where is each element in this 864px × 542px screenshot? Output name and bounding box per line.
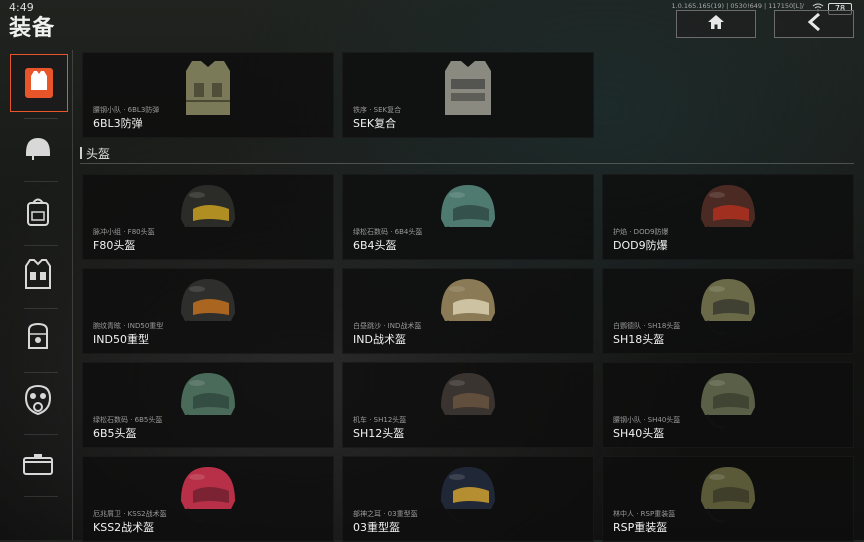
pouch-icon	[23, 320, 53, 356]
section-header-helmets: 头盔	[80, 143, 854, 164]
item-faction-label: 白昼跳沙 · IND战术盔	[353, 322, 422, 330]
armor-card[interactable]: 铁序 · SEK复合 SEK复合	[342, 52, 594, 138]
item-name: SH12头盔	[353, 427, 405, 440]
backpack-icon	[23, 195, 53, 231]
sidebar-item-pouch[interactable]	[10, 310, 66, 366]
divider	[24, 496, 58, 497]
divider	[24, 308, 58, 309]
helmet-card[interactable]: 腕纹青眩 · IND50重型 IND50重型	[82, 268, 334, 354]
divider	[24, 372, 58, 373]
armor-vest-image	[186, 61, 230, 115]
vest-icon	[29, 70, 49, 96]
helmet-image	[441, 373, 495, 429]
divider	[24, 245, 58, 246]
helmet-card[interactable]: 绿松石数码 · 6B4头盔 6B4头盔	[342, 174, 594, 260]
helmet-image	[441, 467, 495, 523]
system-info: 1.0.165.165(19) | 0530!649 | 117150[L]/	[671, 2, 804, 10]
gas-mask-icon	[23, 384, 53, 420]
helmet-icon	[23, 135, 53, 165]
back-button[interactable]	[774, 10, 854, 38]
item-name: DOD9防爆	[613, 239, 668, 252]
helmet-image	[181, 467, 235, 523]
item-name: IND战术盔	[353, 333, 406, 346]
item-faction-label: 护焰 · DOD9防爆	[613, 228, 669, 236]
helmet-image	[181, 373, 235, 429]
item-name: SH40头盔	[613, 427, 665, 440]
helmet-image	[441, 279, 495, 335]
item-faction-label: 绿松石数码 · 6B5头盔	[93, 416, 163, 424]
helmet-card[interactable]: 护焰 · DOD9防爆 DOD9防爆	[602, 174, 854, 260]
home-button[interactable]	[676, 10, 756, 38]
helmet-card[interactable]: 部神之耳 · 03重型盔 03重型盔	[342, 456, 594, 542]
helmet-card[interactable]: 绿松石数码 · 6B5头盔 6B5头盔	[82, 362, 334, 448]
sidebar-item-helmet[interactable]	[10, 122, 66, 178]
sidebar-item-chest-rig[interactable]	[10, 248, 66, 304]
helmet-image	[441, 185, 495, 241]
helmet-image	[701, 185, 755, 241]
helmet-card[interactable]: 白昼跳沙 · IND战术盔 IND战术盔	[342, 268, 594, 354]
item-faction-label: 铁序 · SEK复合	[353, 106, 402, 114]
item-faction-label: 部神之耳 · 03重型盔	[353, 510, 418, 518]
helmet-image	[701, 467, 755, 523]
helmet-image	[181, 279, 235, 335]
helmet-image	[701, 279, 755, 335]
sidebar-item-container[interactable]	[10, 438, 66, 494]
helmet-image	[181, 185, 235, 241]
item-faction-label: 脉冲小组 · F80头盔	[93, 228, 155, 236]
item-name: RSP重装盔	[613, 521, 668, 534]
sidebar-item-vest[interactable]	[10, 54, 68, 112]
armor-vest-image	[445, 61, 491, 115]
item-faction-label: 林中人 · RSP重装盔	[613, 510, 676, 518]
item-faction-label: 绿松石数码 · 6B4头盔	[353, 228, 423, 236]
item-faction-label: 白鹦德队 · SH18头盔	[613, 322, 681, 330]
item-faction-label: 腰钢小队 · SH40头盔	[613, 416, 681, 424]
sidebar-item-backpack[interactable]	[10, 185, 66, 241]
home-icon	[707, 14, 725, 34]
item-faction-label: 机车 · SH12头盔	[353, 416, 407, 424]
divider	[24, 181, 58, 182]
divider	[24, 118, 58, 119]
helmet-card[interactable]: 脉冲小组 · F80头盔 F80头盔	[82, 174, 334, 260]
item-name: 6B4头盔	[353, 239, 397, 252]
item-name: SEK复合	[353, 117, 397, 130]
item-faction-label: 腕纹青眩 · IND50重型	[93, 322, 164, 330]
page-title: 装备	[9, 16, 56, 41]
sidebar-item-gas-mask[interactable]	[10, 374, 66, 430]
helmet-card[interactable]: 白鹦德队 · SH18头盔 SH18头盔	[602, 268, 854, 354]
helmet-card[interactable]: 林中人 · RSP重装盔 RSP重装盔	[602, 456, 854, 542]
divider	[24, 434, 58, 435]
item-name: IND50重型	[93, 333, 149, 346]
helmet-card[interactable]: 腰钢小队 · SH40头盔 SH40头盔	[602, 362, 854, 448]
back-arrow-icon	[806, 12, 822, 35]
armor-card[interactable]: 腰钢小队 · 6BL3防弹 6BL3防弹	[82, 52, 334, 138]
item-name: 03重型盔	[353, 521, 400, 534]
category-sidebar	[0, 50, 73, 540]
item-faction-label: 厄兆屑卫 · KSS2战术盔	[93, 510, 167, 518]
helmet-card[interactable]: 机车 · SH12头盔 SH12头盔	[342, 362, 594, 448]
item-name: F80头盔	[93, 239, 136, 252]
item-name: 6B5头盔	[93, 427, 137, 440]
helmet-card[interactable]: 厄兆屑卫 · KSS2战术盔 KSS2战术盔	[82, 456, 334, 542]
container-icon	[22, 452, 54, 480]
item-faction-label: 腰钢小队 · 6BL3防弹	[93, 106, 160, 114]
helmet-image	[701, 373, 755, 429]
section-title: 头盔	[86, 147, 111, 161]
item-name: 6BL3防弹	[93, 117, 143, 130]
item-name: KSS2战术盔	[93, 521, 155, 534]
chest-rig-icon	[23, 258, 53, 294]
item-name: SH18头盔	[613, 333, 665, 346]
